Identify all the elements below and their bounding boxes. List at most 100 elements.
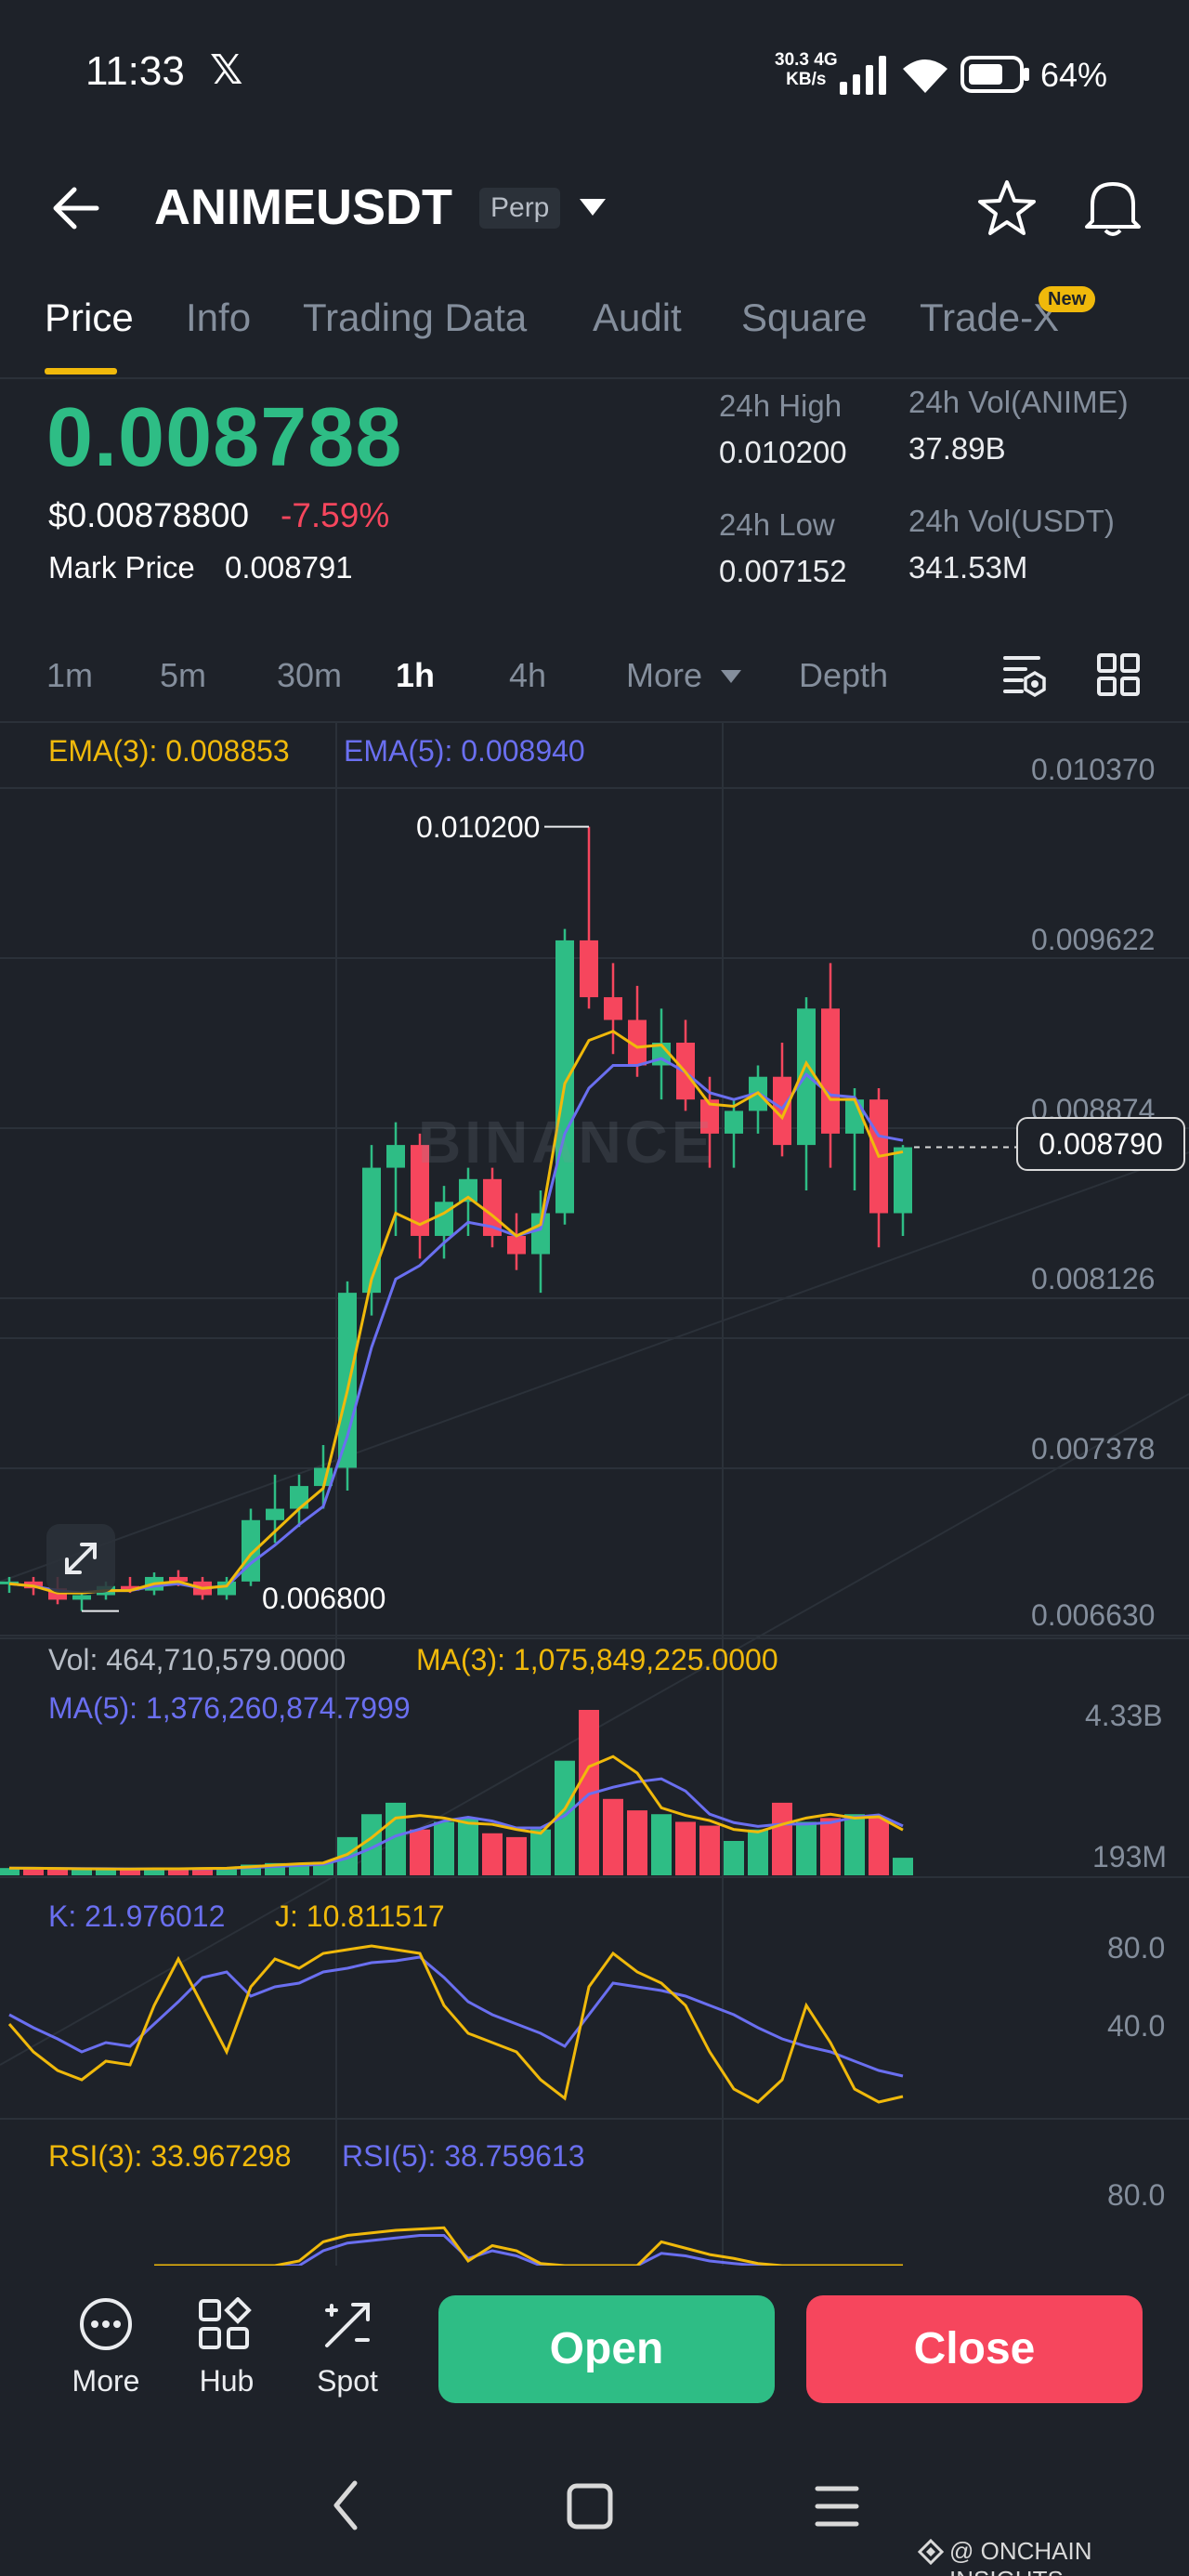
onchain-logo-icon bbox=[918, 2539, 944, 2565]
open-position-button[interactable]: Open bbox=[438, 2295, 775, 2403]
candle-body bbox=[290, 1486, 308, 1509]
caret-down-icon[interactable] bbox=[576, 193, 609, 219]
timeframe-depth[interactable]: Depth bbox=[799, 656, 888, 695]
divider bbox=[0, 377, 1189, 379]
close-position-button[interactable]: Close bbox=[806, 2295, 1143, 2403]
tab-price[interactable]: Price bbox=[45, 296, 134, 340]
high-24h-value: 0.010200 bbox=[719, 435, 847, 469]
chart-settings-icon[interactable] bbox=[1001, 651, 1048, 697]
volume-bar bbox=[772, 1802, 792, 1875]
binance-watermark: BINANCE bbox=[418, 1109, 715, 1176]
star-icon[interactable] bbox=[977, 178, 1037, 238]
more-button[interactable] bbox=[69, 2295, 143, 2358]
volume-bar bbox=[482, 1833, 503, 1875]
kdj-axis-label: 80.0 bbox=[1107, 1931, 1166, 1965]
network-speed: 30.3 4G KB/s bbox=[775, 50, 838, 89]
rsi3-readout: RSI(3): 33.967298 bbox=[48, 2139, 292, 2173]
volume-bar bbox=[869, 1818, 889, 1875]
expand-icon bbox=[65, 1543, 97, 1574]
hub-button[interactable] bbox=[197, 2296, 253, 2358]
volume-bar bbox=[410, 1829, 430, 1875]
volume-bar bbox=[434, 1821, 454, 1875]
volume-ma5-readout: MA(5): 1,376,260,874.7999 bbox=[48, 1691, 411, 1725]
mark-price-value: 0.008791 bbox=[225, 550, 353, 585]
price-axis-label: 0.010370 bbox=[1031, 753, 1156, 786]
timeframe-1h[interactable]: 1h bbox=[396, 656, 435, 695]
grid-layout-icon[interactable] bbox=[1096, 652, 1141, 697]
tab-audit[interactable]: Audit bbox=[593, 296, 682, 340]
network-speed-unit: KB/s bbox=[786, 70, 827, 89]
candle-body bbox=[242, 1519, 260, 1582]
candle-body bbox=[725, 1111, 743, 1134]
nav-home-icon[interactable] bbox=[565, 2481, 615, 2531]
symbol-title[interactable]: ANIMEUSDT bbox=[154, 178, 452, 236]
price-change-percent: -7.59% bbox=[281, 496, 390, 534]
timeframe-30m[interactable]: 30m bbox=[277, 656, 342, 695]
battery-icon bbox=[960, 56, 1029, 93]
volume-bar bbox=[844, 1814, 865, 1875]
volume-bar bbox=[796, 1821, 817, 1875]
kdj-j-line bbox=[7, 1944, 904, 2104]
volume-bar bbox=[506, 1836, 527, 1875]
candle-body bbox=[604, 997, 622, 1020]
tab-info[interactable]: Info bbox=[186, 296, 251, 340]
candle-body bbox=[338, 1293, 357, 1468]
more-label[interactable]: More bbox=[59, 2364, 152, 2399]
active-tab-indicator bbox=[45, 368, 117, 375]
back-arrow-icon[interactable] bbox=[48, 182, 104, 234]
low-24h-label: 24h Low bbox=[719, 507, 835, 542]
price-axis-label: 0.008126 bbox=[1031, 1262, 1156, 1295]
timeframe-more[interactable]: More bbox=[626, 656, 702, 695]
rsi5-line bbox=[154, 2234, 903, 2266]
low-24h-value: 0.007152 bbox=[719, 554, 847, 588]
nav-back-icon[interactable] bbox=[327, 2477, 364, 2533]
volume-bar bbox=[627, 1810, 647, 1875]
vol-base-label: 24h Vol(ANIME) bbox=[908, 385, 1129, 419]
timeframe-1m[interactable]: 1m bbox=[46, 656, 93, 695]
ema5-readout: EMA(5): 0.008940 bbox=[344, 734, 585, 768]
candle-body bbox=[217, 1581, 236, 1596]
volume-bar bbox=[748, 1829, 768, 1875]
candle-body bbox=[580, 940, 598, 998]
price-chart[interactable] bbox=[0, 723, 1189, 2266]
status-time: 11:33 bbox=[85, 48, 185, 94]
x-app-icon: 𝕏 bbox=[210, 47, 243, 93]
kdj-k-line bbox=[8, 1955, 904, 2078]
timeframe-4h[interactable]: 4h bbox=[509, 656, 546, 695]
price-axis-label: 0.006630 bbox=[1031, 1598, 1156, 1632]
hub-label[interactable]: Hub bbox=[180, 2364, 273, 2399]
nav-menu-icon[interactable] bbox=[814, 2481, 860, 2531]
volume-ma3-line bbox=[8, 1755, 904, 1871]
network-speed-value: 30.3 4G bbox=[775, 50, 838, 70]
volume-bar bbox=[699, 1825, 720, 1875]
credit-text: @ ONCHAIN INSIGHTS bbox=[949, 2537, 1092, 2576]
high-24h-label: 24h High bbox=[719, 388, 843, 423]
mark-price-label: Mark Price bbox=[48, 550, 195, 585]
volume-bar bbox=[651, 1814, 672, 1875]
spot-label[interactable]: Spot bbox=[301, 2364, 394, 2399]
vol-quote-value: 341.53M bbox=[908, 550, 1028, 585]
candle-body bbox=[266, 1508, 284, 1520]
battery-percent: 64% bbox=[1040, 56, 1108, 94]
volume-ma3-readout: MA(3): 1,075,849,225.0000 bbox=[416, 1643, 778, 1676]
low-marker-label: 0.006800 bbox=[262, 1582, 386, 1615]
volume-ma5-line bbox=[8, 1777, 904, 1871]
hub-icon bbox=[199, 2296, 252, 2349]
volume-bar bbox=[724, 1841, 744, 1875]
candle-body bbox=[362, 1167, 381, 1294]
current-price-tag: 0.008790 bbox=[1016, 1117, 1185, 1171]
candle-body bbox=[72, 1595, 91, 1600]
tab-square[interactable]: Square bbox=[741, 296, 867, 340]
tab-trading-data[interactable]: Trading Data bbox=[303, 296, 527, 340]
bell-icon[interactable] bbox=[1083, 177, 1143, 238]
volume-bar bbox=[893, 1858, 913, 1875]
kdj-axis-label: 40.0 bbox=[1107, 2009, 1166, 2043]
new-badge: New bbox=[1039, 286, 1096, 312]
candle-body bbox=[894, 1147, 912, 1214]
timeframe-5m[interactable]: 5m bbox=[160, 656, 206, 695]
spot-button[interactable] bbox=[320, 2297, 375, 2358]
vol-base-value: 37.89B bbox=[908, 431, 1006, 466]
expand-chart-button[interactable] bbox=[46, 1524, 115, 1593]
wifi-icon bbox=[903, 59, 947, 93]
volume-bar bbox=[820, 1818, 841, 1875]
